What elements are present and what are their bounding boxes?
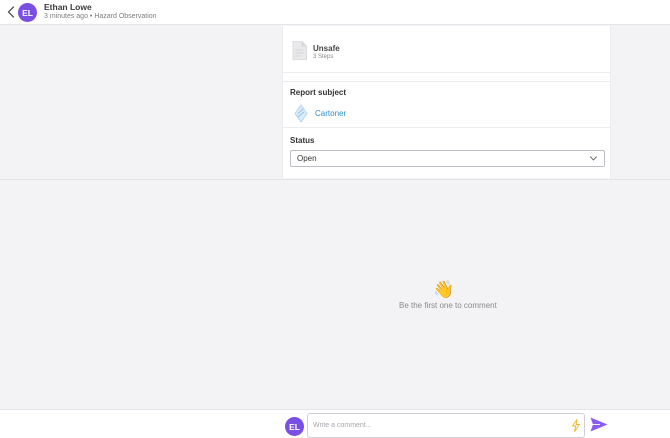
- avatar[interactable]: EL: [18, 3, 37, 22]
- diamond-logo-icon: [294, 104, 308, 123]
- status-dropdown[interactable]: Open: [290, 150, 605, 167]
- report-subject-section: Report subject Cartoner: [283, 81, 610, 128]
- document-icon: [292, 41, 307, 60]
- chevron-left-icon: [7, 6, 15, 18]
- back-button[interactable]: [5, 4, 17, 20]
- step-title: Unsafe: [313, 44, 340, 53]
- report-meta: 3 minutes ago • Hazard Observation: [44, 13, 157, 20]
- comment-composer: EL: [0, 409, 670, 438]
- app-header: EL Ethan Lowe 3 minutes ago • Hazard Obs…: [0, 0, 670, 25]
- section-divider: [0, 179, 670, 180]
- chevron-down-icon: [590, 156, 597, 161]
- status-label: Status: [290, 136, 315, 145]
- send-icon[interactable]: [590, 417, 608, 432]
- empty-comments-text: Be the first one to comment: [399, 301, 497, 310]
- report-subject-label: Report subject: [290, 88, 347, 97]
- comment-input[interactable]: [307, 413, 585, 438]
- status-selected-value: Open: [297, 154, 317, 163]
- step-count: 3 Steps: [313, 54, 334, 60]
- lightning-icon[interactable]: [571, 419, 581, 432]
- waving-hand-icon: 👋: [433, 280, 455, 299]
- user-name: Ethan Lowe: [44, 2, 92, 12]
- step-row[interactable]: Unsafe 3 Steps: [283, 26, 610, 73]
- composer-avatar: EL: [285, 417, 304, 436]
- report-subject-link[interactable]: Cartoner: [315, 109, 346, 118]
- report-detail-panel: Unsafe 3 Steps Report subject Cartoner S…: [282, 26, 611, 178]
